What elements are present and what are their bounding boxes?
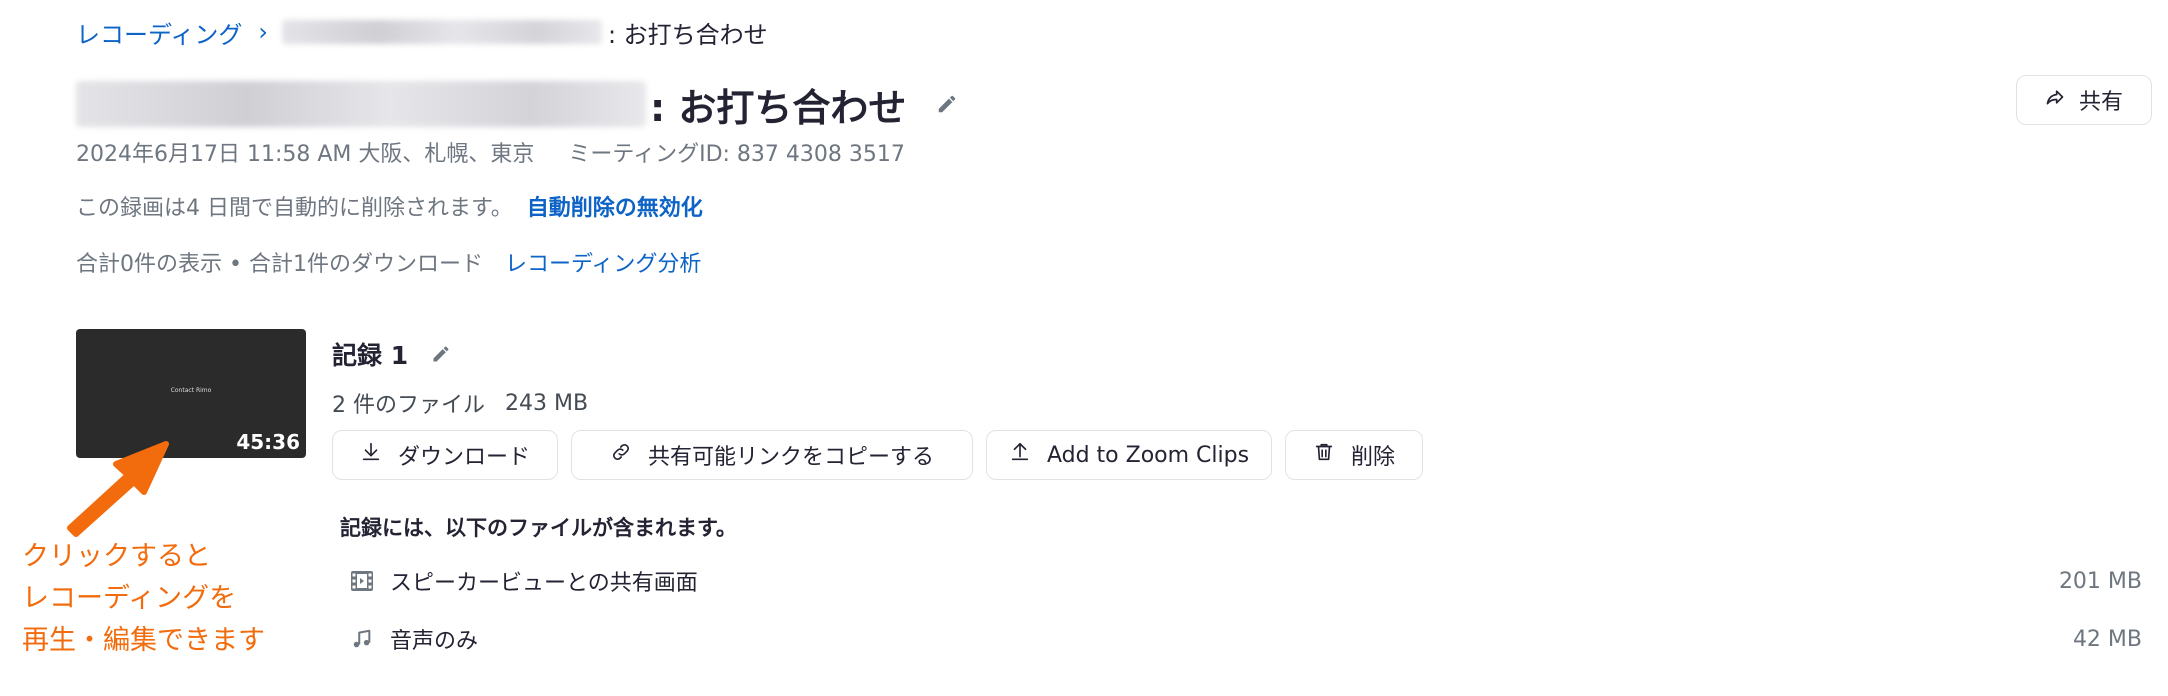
total-size: 243 MB [505, 390, 589, 416]
share-arrow-icon [2045, 87, 2065, 113]
file-size: 201 MB [2058, 568, 2142, 594]
recording-duration: 45:36 [236, 430, 300, 454]
auto-delete-text: この録画は4 日間で自動的に削除されます。 [76, 196, 513, 221]
edit-recording-pencil-icon[interactable] [426, 339, 456, 369]
disable-auto-delete-link[interactable]: 自動削除の無効化 [527, 190, 703, 222]
chevron-right-icon: › [258, 18, 268, 46]
stats-text: 合計0件の表示 • 合計1件のダウンロード [76, 252, 483, 277]
recording-title: 記録 1 [332, 334, 456, 374]
file-count: 2 件のファイル [332, 393, 485, 418]
upload-icon [1009, 441, 1031, 469]
breadcrumb-current: : お打ち合わせ [607, 20, 768, 49]
annotation-arrow-icon [56, 430, 176, 544]
share-button-label: 共有 [2078, 90, 2123, 115]
meeting-datetime: 2024年6月17日 11:58 AM 大阪、札幌、東京 [76, 142, 535, 167]
file-row[interactable]: スピーカービューとの共有画面 201 MB [350, 561, 2142, 601]
redacted-title [76, 81, 646, 127]
copy-link-button-label: 共有可能リンクをコピーする [647, 445, 934, 470]
annotation-line: クリックすると [22, 541, 211, 572]
file-name[interactable]: スピーカービューとの共有画面 [390, 565, 2059, 597]
download-button[interactable]: ダウンロード [332, 430, 558, 480]
redacted-meeting-name [281, 20, 602, 44]
included-files-heading: 記録には、以下のファイルが含まれます。 [340, 516, 737, 540]
recording-actions: ダウンロード 共有可能リンクをコピーする Add to Zoom Clips 削… [332, 430, 1423, 480]
file-size: 42 MB [2072, 626, 2142, 652]
trash-icon [1313, 441, 1335, 469]
file-row[interactable]: 音声のみ 42 MB [350, 619, 2142, 659]
page-title-text: : お打ち合わせ [650, 85, 907, 130]
file-name[interactable]: 音声のみ [390, 623, 2073, 655]
delete-button[interactable]: 削除 [1285, 430, 1423, 480]
delete-button-label: 削除 [1350, 445, 1395, 470]
meeting-meta: 2024年6月17日 11:58 AM 大阪、札幌、東京 ミーティングID: 8… [76, 134, 905, 170]
add-to-zoom-clips-button[interactable]: Add to Zoom Clips [986, 430, 1272, 480]
page-title: : お打ち合わせ [76, 76, 962, 132]
share-button[interactable]: 共有 [2016, 75, 2152, 125]
edit-title-pencil-icon[interactable] [932, 89, 962, 119]
download-icon [360, 441, 382, 469]
annotation-note: クリックすると レコーディングを 再生・編集できます [22, 536, 312, 662]
recording-title-text: 記録 1 [332, 341, 409, 370]
recording-analytics-link[interactable]: レコーディング分析 [505, 246, 701, 278]
annotation-line: レコーディングを [22, 583, 237, 614]
link-icon [610, 441, 632, 469]
zoom-clips-button-label: Add to Zoom Clips [1046, 442, 1250, 468]
recording-files-info: 2 件のファイル 243 MB [332, 386, 588, 420]
auto-delete-notice: この録画は4 日間で自動的に削除されます。 自動削除の無効化 [76, 188, 703, 224]
music-note-icon [350, 627, 374, 651]
film-icon [350, 569, 374, 593]
meeting-id: ミーティングID: 837 4308 3517 [568, 142, 905, 167]
thumbnail-caption: Contact Rimo [170, 387, 212, 394]
breadcrumb-recordings-link[interactable]: レコーディング [76, 15, 242, 50]
breadcrumb: レコーディング › : お打ち合わせ [76, 14, 768, 50]
annotation-line: 再生・編集できます [22, 625, 265, 656]
copy-share-link-button[interactable]: 共有可能リンクをコピーする [571, 430, 973, 480]
recording-stats: 合計0件の表示 • 合計1件のダウンロード レコーディング分析 [76, 244, 701, 280]
download-button-label: ダウンロード [397, 445, 530, 470]
